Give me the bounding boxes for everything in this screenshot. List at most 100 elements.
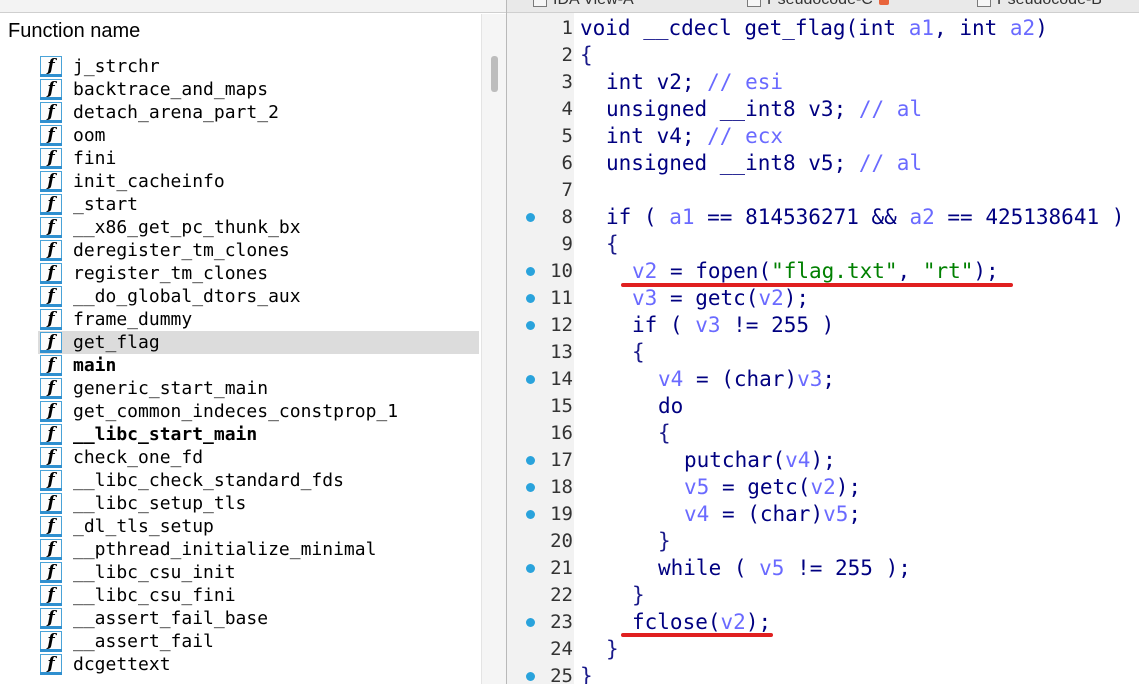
breakpoint-dot-icon[interactable]	[526, 483, 535, 492]
code-line[interactable]: 7	[507, 177, 1139, 204]
function-list-item[interactable]: f check_one_fd	[38, 446, 479, 469]
function-list-item[interactable]: f get_common_indeces_constprop_1	[38, 400, 479, 423]
line-number: 8	[561, 206, 573, 228]
code-line[interactable]: 9{	[507, 231, 1139, 258]
breakpoint-dot-icon[interactable]	[526, 618, 535, 627]
function-list-item[interactable]: f __x86_get_pc_thunk_bx	[38, 216, 479, 239]
function-icon: f	[40, 562, 62, 583]
code-line[interactable]: 24}	[507, 636, 1139, 663]
function-list-item[interactable]: f __libc_csu_init	[38, 561, 479, 584]
code-line[interactable]: 18 v5 = getc(v2);	[507, 474, 1139, 501]
function-list-item[interactable]: f _start	[38, 193, 479, 216]
line-number: 22	[550, 584, 573, 606]
function-name: __x86_get_pc_thunk_bx	[73, 217, 301, 238]
code-line[interactable]: 5 int v4; // ecx	[507, 123, 1139, 150]
breakpoint-dot-icon[interactable]	[526, 672, 535, 681]
close-tab-icon[interactable]	[878, 0, 889, 5]
code-token: = fopen(	[657, 259, 772, 283]
pseudocode-view[interactable]: 1 void __cdecl get_flag(int a1, int a2) 2{…	[507, 15, 1139, 684]
breakpoint-dot-icon[interactable]	[526, 456, 535, 465]
function-name: frame_dummy	[73, 309, 193, 330]
code-token: v4	[658, 367, 684, 391]
code-line[interactable]: 12 if ( v3 != 255 )	[507, 312, 1139, 339]
breakpoint-dot-icon[interactable]	[526, 294, 535, 303]
breakpoint-dot-icon[interactable]	[526, 321, 535, 330]
function-icon: f	[40, 355, 62, 376]
function-list-item[interactable]: f get_flag	[38, 331, 479, 354]
code-line[interactable]: 19 v4 = (char)v5;	[507, 501, 1139, 528]
breakpoint-dot-icon[interactable]	[526, 375, 535, 384]
tab-pseudocode-b[interactable]: Pseudocode-B	[977, 0, 1102, 11]
function-name: __do_global_dtors_aux	[73, 286, 301, 307]
function-list-item[interactable]: f fini	[38, 147, 479, 170]
code-token: // esi	[707, 70, 784, 94]
function-list-item[interactable]: f __libc_setup_tls	[38, 492, 479, 515]
function-list-item[interactable]: f __do_global_dtors_aux	[38, 285, 479, 308]
function-list-item[interactable]: f detach_arena_part_2	[38, 101, 479, 124]
function-icon: f	[40, 309, 62, 330]
line-number: 18	[550, 476, 573, 498]
function-list-item[interactable]: f __pthread_initialize_minimal	[38, 538, 479, 561]
code-line[interactable]: 20}	[507, 528, 1139, 555]
function-name: oom	[73, 125, 106, 146]
function-list-item[interactable]: f init_cacheinfo	[38, 170, 479, 193]
function-icon: f	[40, 608, 62, 629]
code-line[interactable]: 15 do	[507, 393, 1139, 420]
function-list-item[interactable]: f register_tm_clones	[38, 262, 479, 285]
tab-pseudocode-c[interactable]: Pseudocode-C	[747, 0, 889, 11]
code-token: {	[632, 340, 645, 364]
code-line[interactable]: 23 fclose(v2);	[507, 609, 1139, 636]
function-list-item[interactable]: f main	[38, 354, 479, 377]
code-line[interactable]: 14 v4 = (char)v3;	[507, 366, 1139, 393]
breakpoint-dot-icon[interactable]	[526, 213, 535, 222]
tab-ida-view-a[interactable]: IDA View-A	[533, 0, 634, 11]
code-line[interactable]: 11 v3 = getc(v2);	[507, 285, 1139, 312]
function-list-item[interactable]: f __libc_check_standard_fds	[38, 469, 479, 492]
code-token: v5	[759, 556, 785, 580]
function-icon: f	[40, 263, 62, 284]
code-token: "rt"	[922, 259, 974, 283]
breakpoint-dot-icon[interactable]	[526, 267, 535, 276]
function-list-item[interactable]: f __assert_fail	[38, 630, 479, 653]
function-list-item[interactable]: f oom	[38, 124, 479, 147]
breakpoint-dot-icon[interactable]	[526, 510, 535, 519]
code-line[interactable]: 13 {	[507, 339, 1139, 366]
code-text: {	[632, 339, 645, 366]
code-token: v3	[695, 313, 721, 337]
code-line[interactable]: 2{	[507, 42, 1139, 69]
code-line[interactable]: 10 v2 = fopen("flag.txt", "rt");	[507, 258, 1139, 285]
function-list-item[interactable]: f deregister_tm_clones	[38, 239, 479, 262]
code-token: != 255 )	[720, 313, 835, 337]
code-token: void __cdecl get_flag(int	[580, 16, 909, 40]
code-line[interactable]: 22}	[507, 582, 1139, 609]
code-line[interactable]: 17 putchar(v4);	[507, 447, 1139, 474]
function-list-item[interactable]: f __libc_csu_fini	[38, 584, 479, 607]
code-line[interactable]: 8 if ( a1 == 814536271 && a2 == 425138641…	[507, 204, 1139, 231]
code-line[interactable]: 1 void __cdecl get_flag(int a1, int a2)	[507, 15, 1139, 42]
function-list-item[interactable]: f generic_start_main	[38, 377, 479, 400]
line-number: 17	[550, 449, 573, 471]
breakpoint-dot-icon[interactable]	[526, 564, 535, 573]
function-list-item[interactable]: f backtrace_and_maps	[38, 78, 479, 101]
function-list-item[interactable]: f __libc_start_main	[38, 423, 479, 446]
function-list-item[interactable]: f frame_dummy	[38, 308, 479, 331]
scrollbar-thumb[interactable]	[491, 56, 498, 92]
code-line[interactable]: 3 int v2; // esi	[507, 69, 1139, 96]
function-list-item[interactable]: f __assert_fail_base	[38, 607, 479, 630]
code-line[interactable]: 21 while ( v5 != 255 );	[507, 555, 1139, 582]
functions-window: Function name f j_strchr f backtrace_and_ma…	[0, 0, 507, 684]
code-text: int v4; // ecx	[606, 123, 783, 150]
code-line[interactable]: 25}	[507, 663, 1139, 684]
function-name-column-header[interactable]: Function name	[8, 20, 140, 43]
function-list-scrollbar[interactable]	[481, 14, 506, 684]
code-line[interactable]: 6 unsigned __int8 v5; // al	[507, 150, 1139, 177]
code-line[interactable]: 16 {	[507, 420, 1139, 447]
function-list-item[interactable]: f _dl_tls_setup	[38, 515, 479, 538]
code-token: v2	[632, 259, 658, 283]
code-text: while ( v5 != 255 );	[658, 555, 911, 582]
function-icon: f	[40, 148, 62, 169]
code-line[interactable]: 4 unsigned __int8 v3; // al	[507, 96, 1139, 123]
function-list-item[interactable]: f dcgettext	[38, 653, 479, 676]
function-list-item[interactable]: f j_strchr	[38, 55, 479, 78]
functions-window-titlebar	[0, 0, 506, 13]
